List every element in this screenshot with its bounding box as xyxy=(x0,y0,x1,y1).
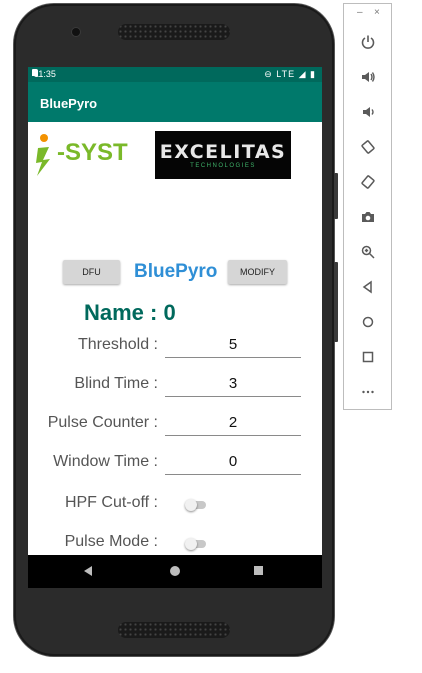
phone-screen: 11:35 ⊖ LTE ◢ ▮ BluePyro -SYST EXCELITAS… xyxy=(28,67,322,588)
brand-title: BluePyro xyxy=(134,261,218,282)
volume-down-icon[interactable] xyxy=(352,98,384,126)
pulse-mode-switch[interactable] xyxy=(185,538,207,550)
dfu-button[interactable]: DFU xyxy=(63,260,120,284)
camera-icon[interactable] xyxy=(352,203,384,231)
home-icon[interactable] xyxy=(352,308,384,336)
rotate-right-icon[interactable] xyxy=(352,168,384,196)
navigation-bar xyxy=(28,555,322,588)
emulator-toolbar: – × xyxy=(343,3,392,410)
excelitas-wordmark: EXCELITAS xyxy=(159,141,287,163)
isyst-logo: -SYST xyxy=(36,134,128,176)
nav-back-icon[interactable] xyxy=(84,566,92,576)
switch-thumb xyxy=(185,499,197,511)
svg-text:-SYST: -SYST xyxy=(57,139,128,166)
hpf-cutoff-label: HPF Cut-off : xyxy=(64,494,158,511)
switch-thumb xyxy=(185,538,197,550)
network-label: LTE xyxy=(276,69,296,79)
excelitas-logo: EXCELITAS TECHNOLOGIES xyxy=(155,131,291,179)
threshold-label: Threshold : xyxy=(77,336,158,353)
back-icon[interactable] xyxy=(352,273,384,301)
rotate-left-icon[interactable] xyxy=(352,133,384,161)
bottom-speaker xyxy=(118,622,230,638)
app-title: BluePyro xyxy=(40,96,98,111)
power-icon[interactable] xyxy=(352,28,384,56)
front-camera xyxy=(72,28,80,36)
blind-time-input[interactable]: 3 xyxy=(165,372,301,397)
blind-time-label: Blind Time : xyxy=(74,375,158,392)
zoom-icon[interactable] xyxy=(352,238,384,266)
overview-icon[interactable] xyxy=(352,343,384,371)
earpiece-speaker xyxy=(118,24,230,40)
nav-recents-icon[interactable] xyxy=(254,566,263,575)
dnd-icon: ⊖ xyxy=(264,69,273,79)
pulse-counter-label: Pulse Counter : xyxy=(47,414,158,431)
more-icon[interactable] xyxy=(352,378,384,406)
close-button[interactable]: × xyxy=(374,7,380,18)
volume-side-button xyxy=(334,262,338,342)
device-name: Name : 0 xyxy=(84,300,176,325)
status-time: 11:35 xyxy=(34,69,56,79)
pulse-mode-label: Pulse Mode : xyxy=(64,533,158,550)
modify-button[interactable]: MODIFY xyxy=(228,260,287,284)
hpf-cutoff-switch[interactable] xyxy=(185,499,207,511)
window-time-input[interactable]: 0 xyxy=(165,450,301,475)
power-side-button xyxy=(334,173,338,219)
status-icons: ⊖ LTE ◢ ▮ xyxy=(264,69,316,80)
main-content: -SYST EXCELITAS TECHNOLOGIES DFU BluePyr… xyxy=(28,122,322,572)
toolbar-window-controls: – × xyxy=(344,7,391,21)
threshold-input[interactable]: 5 xyxy=(165,333,301,358)
nav-home-icon[interactable] xyxy=(170,566,180,576)
app-bar: BluePyro xyxy=(28,82,322,122)
minimize-button[interactable]: – xyxy=(357,7,363,18)
battery-icon: ▮ xyxy=(310,69,316,79)
excelitas-tagline: TECHNOLOGIES xyxy=(190,163,256,169)
volume-up-icon[interactable] xyxy=(352,63,384,91)
window-time-label: Window Time : xyxy=(53,453,158,470)
pulse-counter-input[interactable]: 2 xyxy=(165,411,301,436)
signal-icon: ◢ xyxy=(298,69,307,79)
status-bar: 11:35 ⊖ LTE ◢ ▮ xyxy=(28,67,322,82)
